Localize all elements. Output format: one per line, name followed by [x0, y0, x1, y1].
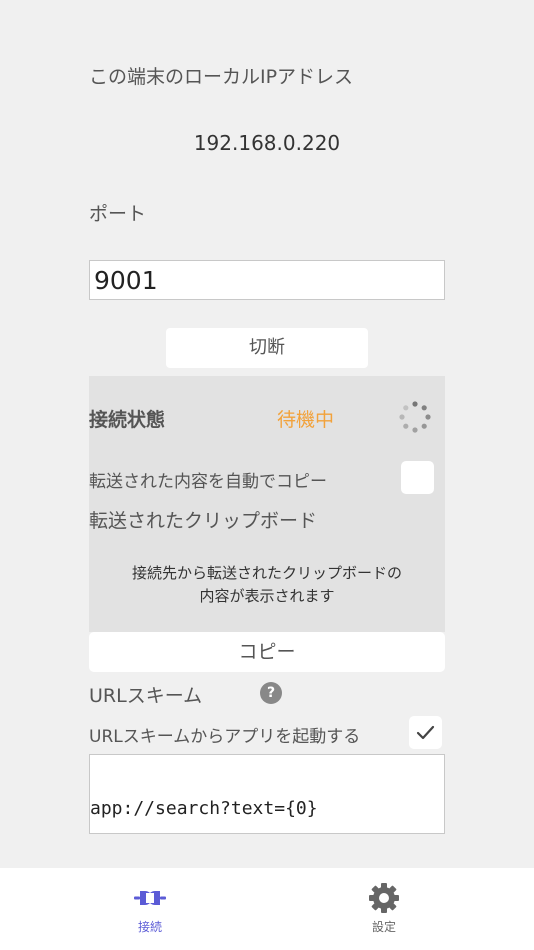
ip-address-value: 192.168.0.220 — [193, 131, 341, 155]
tab-bar — [0, 868, 534, 950]
connection-status-label: 接続状態 — [89, 409, 166, 431]
tab-settings-label: 設定 — [371, 920, 396, 934]
launch-from-url-checkbox[interactable] — [409, 716, 442, 749]
url-scheme-input[interactable] — [89, 754, 445, 834]
launch-from-url-label: URLスキームからアプリを起動する — [89, 727, 361, 747]
auto-copy-checkbox[interactable] — [401, 461, 434, 494]
auto-copy-label: 転送された内容を自動でコピー — [89, 472, 327, 492]
port-input[interactable] — [89, 260, 445, 300]
connection-status-value: 待機中 — [277, 409, 335, 431]
tab-settings[interactable]: 設定 — [319, 882, 449, 935]
clipboard-message-line1: 接続先から転送されたクリップボードの — [131, 564, 402, 582]
loading-spinner-icon — [399, 401, 431, 433]
checkmark-icon — [416, 725, 435, 740]
gear-icon — [369, 883, 399, 913]
clipboard-label: 転送されたクリップボード — [89, 510, 318, 532]
tab-connect-label: 接続 — [137, 920, 162, 934]
clipboard-content: 接続先から転送されたクリップボードの 内容が表示されます — [89, 562, 445, 608]
help-icon[interactable]: ? — [260, 682, 282, 704]
url-scheme-label: URLスキーム — [89, 685, 203, 707]
port-label: ポート — [89, 203, 147, 225]
tab-connect[interactable]: 接続 — [85, 882, 215, 935]
disconnect-button[interactable]: 切断 — [166, 328, 368, 368]
clipboard-message-line2: 内容が表示されます — [199, 587, 335, 605]
copy-button[interactable]: コピー — [89, 632, 445, 672]
plug-icon — [134, 891, 166, 905]
ip-address-label: この端末のローカルIPアドレス — [89, 66, 354, 88]
